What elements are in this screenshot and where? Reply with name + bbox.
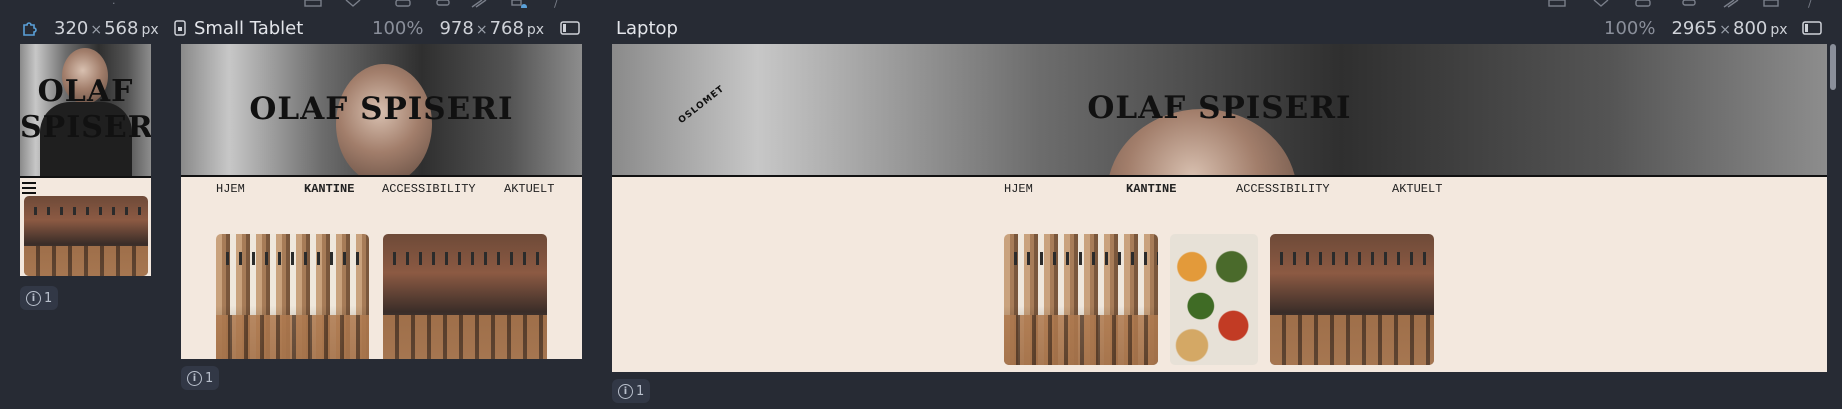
info-icon: i — [187, 370, 202, 386]
device-header-laptop: Laptop — [616, 16, 678, 40]
scrollbar-thumb[interactable] — [1830, 44, 1836, 90]
issues-badge[interactable]: i 1 — [20, 286, 59, 310]
hero-image: OSLOMET OLAF SPISERI — [612, 44, 1827, 175]
device-frame-mobile[interactable]: OLAF SPISERI — [20, 44, 151, 276]
canteen-photo — [216, 234, 369, 359]
nav-item-hjem[interactable]: HJEM — [216, 182, 304, 196]
restaurant-photo — [383, 234, 547, 359]
zoom-level[interactable]: 100% — [1604, 18, 1655, 39]
device-height[interactable]: 800 — [1733, 18, 1767, 39]
device-height[interactable]: 568 — [104, 18, 138, 39]
salad-bar-photo — [1170, 234, 1258, 365]
nav-item-hjem[interactable]: HJEM — [1004, 182, 1126, 196]
restaurant-photo — [24, 196, 148, 276]
site-title: OLAF SPISERI — [1087, 90, 1352, 126]
ruler-icon[interactable] — [304, 0, 322, 8]
device-header-mobile: 320 × 568 px — [20, 16, 191, 40]
device-header-tablet: Small Tablet — [194, 16, 303, 40]
nav-item-kantine[interactable]: KANTINE — [1126, 182, 1236, 196]
site-nav: HJEM KANTINE ACCESSIBILITY AKTUELT — [216, 182, 554, 196]
hero-image: OLAF SPISERI — [20, 44, 151, 176]
device-controls-tablet: 100% 978 × 768 px — [372, 16, 580, 40]
site-title: OLAF SPISERI — [249, 91, 514, 127]
nav-item-aktuelt[interactable]: AKTUELT — [504, 182, 554, 196]
issues-badge[interactable]: i 1 — [612, 379, 651, 403]
pen-icon[interactable] — [470, 0, 488, 8]
sync-icon[interactable] — [510, 0, 528, 8]
info-icon: i — [26, 290, 41, 306]
restaurant-photo — [1270, 234, 1434, 365]
device-width[interactable]: 2965 — [1671, 18, 1717, 39]
viewport-toggle-icon[interactable] — [560, 20, 580, 36]
pen-icon[interactable] — [1722, 0, 1740, 8]
device-width[interactable]: 320 — [54, 18, 88, 39]
device-name[interactable]: Laptop — [616, 18, 678, 39]
site-nav: HJEM KANTINE ACCESSIBILITY AKTUELT — [1004, 182, 1442, 196]
record-icon[interactable] — [1680, 0, 1698, 8]
shield-icon[interactable] — [344, 0, 362, 8]
device-height[interactable]: 768 — [490, 18, 524, 39]
device-frame-laptop[interactable]: OSLOMET OLAF SPISERI HJEM KANTINE ACCESS… — [612, 44, 1827, 372]
nav-item-accessibility[interactable]: ACCESSIBILITY — [382, 182, 504, 196]
info-icon: i — [618, 383, 633, 399]
screenshot-icon[interactable] — [1634, 0, 1652, 8]
nav-item-kantine[interactable]: KANTINE — [304, 182, 382, 196]
nav-item-accessibility[interactable]: ACCESSIBILITY — [1236, 182, 1392, 196]
issues-badge[interactable]: i 1 — [181, 366, 220, 390]
hero-image: OLAF SPISERI — [181, 44, 582, 175]
rotate-icon[interactable] — [171, 20, 191, 36]
screenshot-icon[interactable] — [394, 0, 412, 8]
window-icon[interactable] — [1762, 0, 1780, 8]
record-icon[interactable] — [434, 0, 452, 8]
viewport-toggle-icon[interactable] — [1801, 20, 1822, 36]
canteen-photo — [1004, 234, 1158, 365]
cropped-toolbar-row: · / / — [0, 0, 1842, 10]
more-icon[interactable]: / — [1808, 0, 1826, 8]
ruler-icon[interactable] — [1548, 0, 1566, 8]
puzzle-icon[interactable] — [20, 20, 40, 36]
more-icon[interactable]: / — [554, 0, 572, 8]
device-width[interactable]: 978 — [439, 18, 473, 39]
nav-item-aktuelt[interactable]: AKTUELT — [1392, 182, 1442, 196]
shield-icon[interactable] — [1592, 0, 1610, 8]
dot-icon: · — [112, 0, 116, 8]
site-title: OLAF SPISERI — [20, 74, 151, 145]
zoom-level[interactable]: 100% — [372, 18, 423, 39]
device-name[interactable]: Small Tablet — [194, 18, 303, 39]
device-controls-laptop: 100% 2965 × 800 px — [1604, 16, 1822, 40]
device-frame-tablet[interactable]: OLAF SPISERI HJEM KANTINE ACCESSIBILITY … — [181, 44, 582, 359]
